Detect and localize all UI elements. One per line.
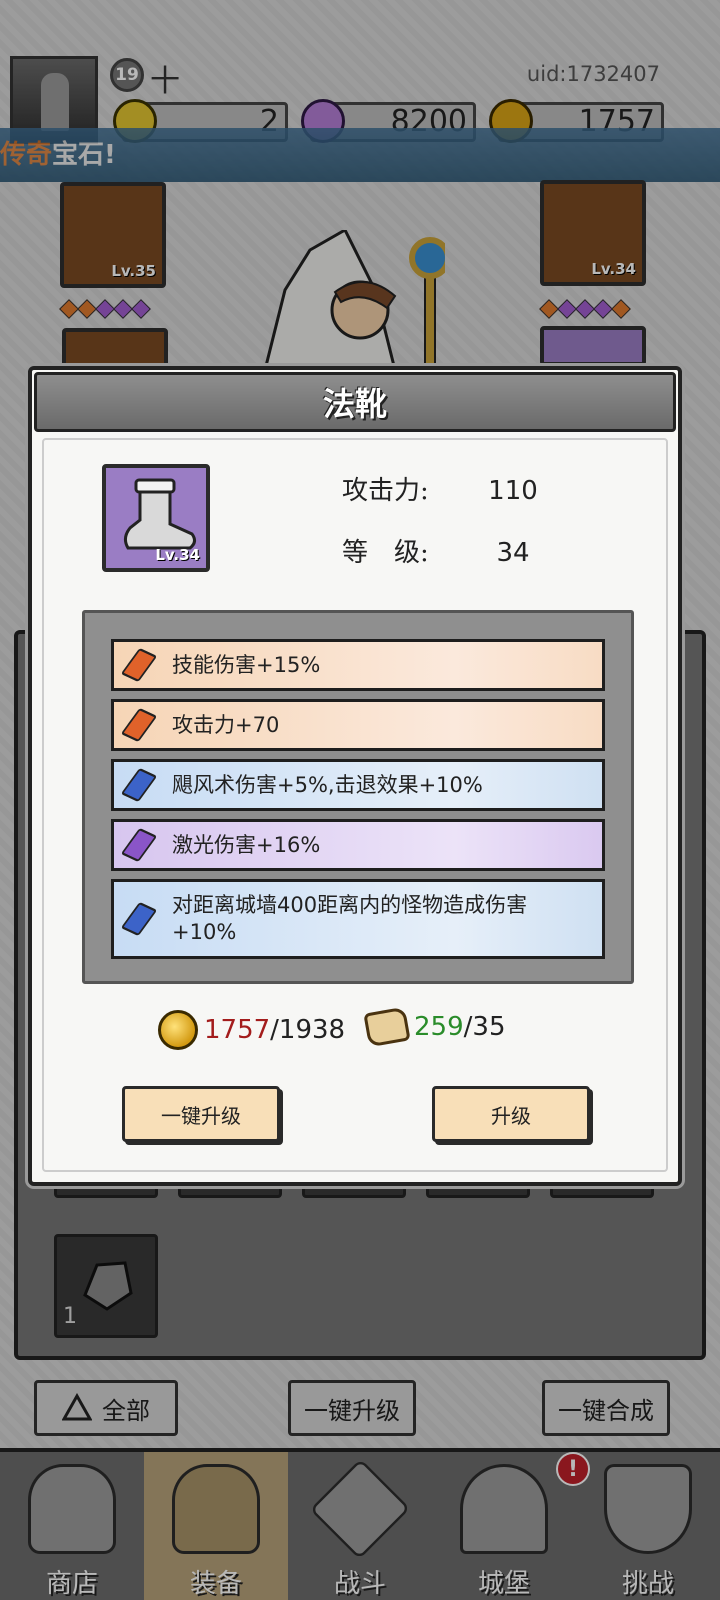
- blue-gem-icon: [120, 901, 158, 937]
- stat-level: 等 级: 34: [342, 532, 568, 569]
- affix-row: 技能伤害+15%: [111, 639, 605, 691]
- stat-level-label: 等 级:: [342, 538, 429, 568]
- gold-coin-icon: [158, 1010, 198, 1050]
- blue-gem-icon: [120, 767, 158, 803]
- item-level-badge: Lv.34: [155, 546, 200, 564]
- modal-header: 法靴: [34, 372, 676, 432]
- affix-row: 激光伤害+16%: [111, 819, 605, 871]
- upgrade-button[interactable]: 升级: [432, 1086, 590, 1142]
- gold-owned: 1757: [204, 1015, 271, 1045]
- item-detail-modal: 法靴 Lv.34 攻击力: 110 等 级: 34 技能伤害+15% 攻击力+70 …: [28, 366, 682, 1186]
- affix-list: 技能伤害+15% 攻击力+70 飓风术伤害+5%,击退效果+10% 激光伤害+1…: [82, 610, 634, 984]
- scroll-cost: 259/35: [363, 1006, 506, 1048]
- affix-row: 对距离城墙400距离内的怪物造成伤害+10%: [111, 879, 605, 959]
- orange-gem-icon: [120, 707, 158, 743]
- scroll-icon: [363, 1006, 411, 1048]
- item-name-title: 法靴: [322, 385, 387, 423]
- affix-text: 对距离城墙400距离内的怪物造成伤害+10%: [172, 893, 528, 944]
- purple-gem-icon: [120, 827, 158, 863]
- affix-row: 飓风术伤害+5%,击退效果+10%: [111, 759, 605, 811]
- affix-text: 飓风术伤害+5%,击退效果+10%: [172, 772, 483, 797]
- scroll-owned: 259: [414, 1012, 464, 1042]
- affix-text: 技能伤害+15%: [172, 652, 321, 677]
- item-icon: Lv.34: [102, 464, 210, 572]
- stat-attack: 攻击力: 110: [342, 470, 568, 507]
- affix-text: 攻击力+70: [172, 712, 280, 737]
- gold-required: /1938: [270, 1015, 346, 1045]
- upgrade-all-button[interactable]: 一键升级: [122, 1086, 280, 1142]
- affix-row: 攻击力+70: [111, 699, 605, 751]
- stat-attack-label: 攻击力:: [342, 476, 429, 506]
- scroll-required: /35: [463, 1012, 506, 1042]
- stat-attack-value: 110: [488, 476, 538, 506]
- orange-gem-icon: [120, 647, 158, 683]
- stat-level-value: 34: [496, 538, 530, 568]
- gold-cost: 1757/1938: [158, 1010, 345, 1050]
- affix-text: 激光伤害+16%: [172, 832, 321, 857]
